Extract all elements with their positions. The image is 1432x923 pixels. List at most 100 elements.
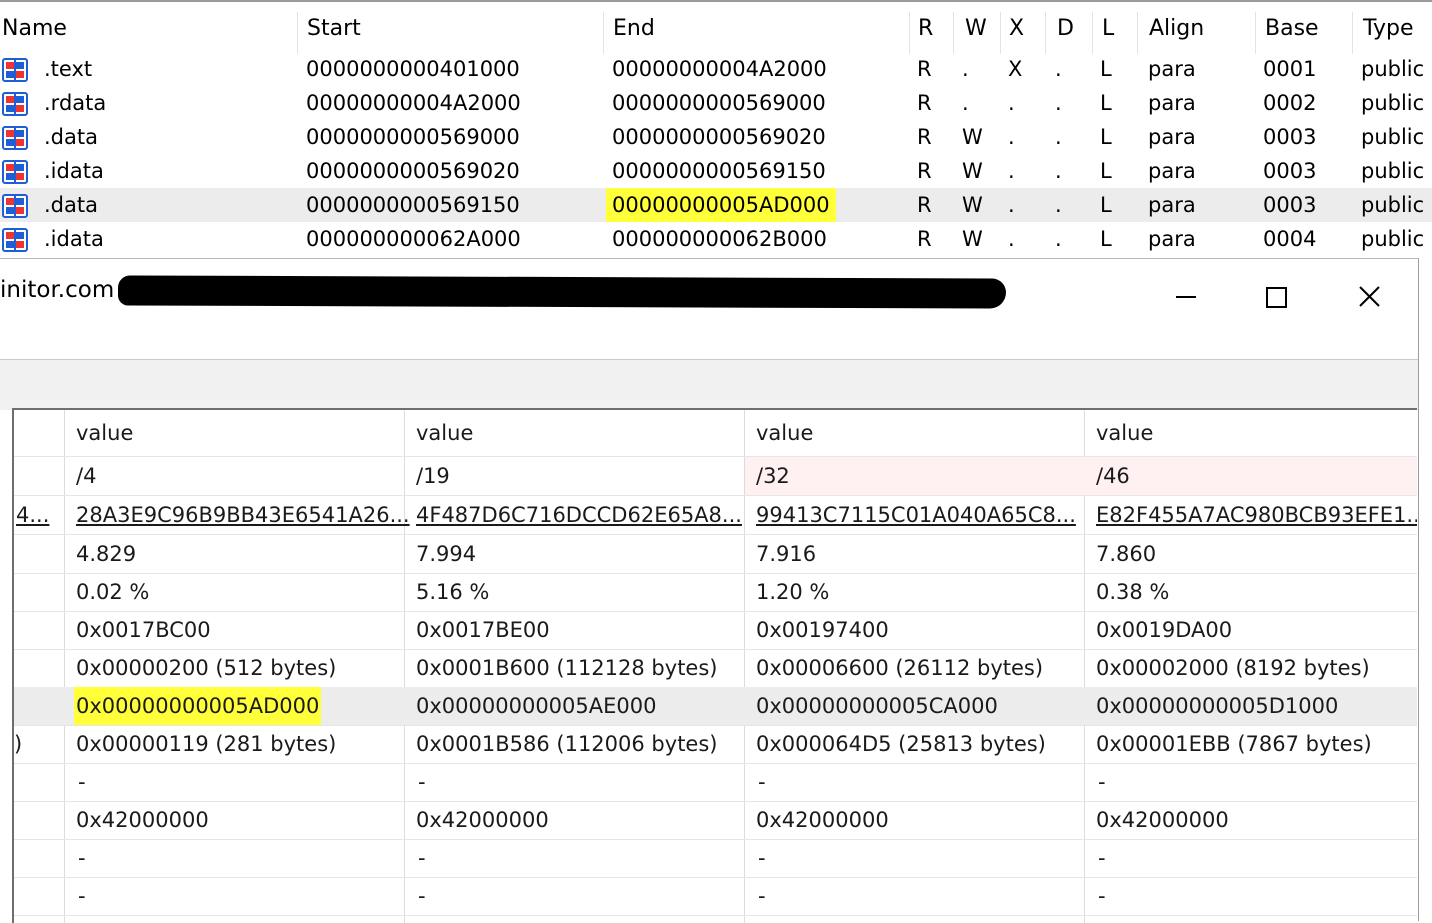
- grid-row-hash[interactable]: 4... 28A3E9C96B9BB43E6541A26... 4F487D6C…: [14, 496, 1417, 535]
- grid-row-characteristics[interactable]: 0x42000000 0x42000000 0x42000000 0x42000…: [14, 801, 1417, 840]
- segment-type: public: [1361, 159, 1425, 183]
- header-divider[interactable]: [1137, 12, 1138, 54]
- segment-row[interactable]: .idata 0000000000569020 0000000000569150…: [0, 154, 1432, 188]
- flag-r: R: [917, 193, 932, 217]
- value-cell: 0x42000000: [416, 808, 549, 832]
- header-divider[interactable]: [1092, 12, 1093, 54]
- segment-start: 000000000062A000: [306, 227, 521, 251]
- grid-row-empty[interactable]: - - - -: [14, 877, 1417, 916]
- hash-link[interactable]: 28A3E9C96B9BB43E6541A26...: [76, 496, 410, 534]
- segment-row-selected[interactable]: .data 0000000000569150 00000000005AD000 …: [0, 188, 1432, 222]
- segment-base: 0003: [1263, 193, 1317, 217]
- header-x[interactable]: X: [1009, 6, 1024, 52]
- grid-row-raw-offset[interactable]: 0x0017BC00 0x0017BE00 0x00197400 0x0019D…: [14, 611, 1417, 650]
- flag-l: L: [1100, 57, 1112, 81]
- empty-cell: -: [418, 846, 426, 870]
- segment-end: 0000000000569000: [612, 91, 826, 115]
- segment-row[interactable]: .data 0000000000569000 0000000000569020 …: [0, 120, 1432, 154]
- window-titlebar[interactable]: initor.com [: [0, 259, 1418, 321]
- header-d[interactable]: D: [1057, 6, 1074, 52]
- segment-icon: [2, 58, 28, 82]
- segment-type: public: [1361, 125, 1425, 149]
- grid-row-section-name[interactable]: /4 /19 /32 /46: [14, 457, 1417, 496]
- segment-row[interactable]: .rdata 00000000004A2000 0000000000569000…: [0, 86, 1432, 120]
- minimize-button[interactable]: [1164, 269, 1208, 309]
- segment-start: 0000000000569150: [306, 193, 520, 217]
- header-divider[interactable]: [1352, 12, 1353, 54]
- value-cell: 0.38 %: [1096, 580, 1170, 604]
- segment-row[interactable]: .idata 000000000062A000 000000000062B000…: [0, 222, 1432, 256]
- header-name[interactable]: Name: [2, 6, 67, 52]
- value-cell: 7.860: [1096, 542, 1157, 566]
- value-cell: 0x0017BE00: [416, 618, 550, 642]
- hash-link[interactable]: 4F487D6C716DCCD62E65A8...: [416, 496, 742, 534]
- value-cell: 0x0001B600 (112128 bytes): [416, 656, 718, 680]
- truncated-left-cell: ): [14, 732, 23, 756]
- flag-d: .: [1055, 227, 1062, 251]
- header-divider[interactable]: [1000, 12, 1001, 54]
- header-divider[interactable]: [909, 12, 910, 54]
- column-header[interactable]: value: [1096, 410, 1153, 456]
- value-cell: 0x00000000005D1000: [1096, 694, 1339, 718]
- header-base[interactable]: Base: [1265, 6, 1319, 52]
- column-header[interactable]: value: [756, 410, 813, 456]
- maximize-button[interactable]: [1255, 269, 1299, 309]
- value-cell: 0x42000000: [76, 808, 209, 832]
- column-header[interactable]: value: [416, 410, 473, 456]
- hash-link-truncated[interactable]: 4...: [16, 496, 49, 534]
- value-cell: 0x00000000005AE000: [416, 694, 657, 718]
- header-start[interactable]: Start: [307, 6, 361, 52]
- grid-row-empty[interactable]: - - - -: [14, 839, 1417, 878]
- grid-row-empty[interactable]: - - - -: [14, 763, 1417, 802]
- empty-cell: -: [1098, 846, 1106, 870]
- segment-align: para: [1148, 159, 1196, 183]
- segment-base: 0001: [1263, 57, 1317, 81]
- value-cell: 7.916: [756, 542, 817, 566]
- value-cell: 5.16 %: [416, 580, 490, 604]
- flag-x: .: [1008, 159, 1015, 183]
- close-button[interactable]: [1348, 269, 1392, 309]
- header-r[interactable]: R: [918, 6, 933, 52]
- flag-l: L: [1100, 159, 1112, 183]
- value-cell-red: /32: [756, 464, 790, 488]
- segment-icon: [2, 194, 28, 218]
- hash-link[interactable]: E82F455A7AC980BCB93EFE1...: [1096, 496, 1417, 534]
- flag-w: W: [962, 125, 983, 149]
- header-w[interactable]: W: [965, 6, 987, 52]
- grid-row-virtual-size[interactable]: ) 0x00000119 (281 bytes) 0x0001B586 (112…: [14, 725, 1417, 764]
- header-divider[interactable]: [1045, 12, 1046, 54]
- header-align[interactable]: Align: [1149, 6, 1204, 52]
- empty-cell: -: [1098, 770, 1106, 794]
- flag-w: .: [962, 57, 969, 81]
- segment-row[interactable]: .text 0000000000401000 00000000004A2000 …: [0, 52, 1432, 86]
- value-cell: 0x0001B586 (112006 bytes): [416, 732, 718, 756]
- header-divider[interactable]: [953, 12, 954, 54]
- column-header[interactable]: value: [76, 410, 133, 456]
- header-l[interactable]: L: [1102, 6, 1114, 52]
- segment-base: 0004: [1263, 227, 1317, 251]
- hash-link[interactable]: 99413C7115C01A040A65C8...: [756, 496, 1076, 534]
- flag-x: .: [1008, 91, 1015, 115]
- grid-row-percent[interactable]: 0.02 % 5.16 % 1.20 % 0.38 %: [14, 573, 1417, 612]
- segments-table: Name Start End R W X D L Align Base Type…: [0, 0, 1432, 258]
- segment-type: public: [1361, 91, 1425, 115]
- viewer-window: initor.com [ value value value value /4 …: [0, 258, 1419, 923]
- grid-row-virtual-address[interactable]: 0x00000000005AD000 0x00000000005AE000 0x…: [14, 687, 1417, 726]
- empty-cell: -: [758, 846, 766, 870]
- segment-name: .idata: [44, 227, 104, 251]
- header-end[interactable]: End: [613, 6, 655, 52]
- segment-name: .rdata: [44, 91, 107, 115]
- header-type[interactable]: Type: [1363, 6, 1414, 52]
- flag-w: W: [962, 159, 983, 183]
- header-divider[interactable]: [297, 12, 298, 54]
- flag-r: R: [917, 227, 932, 251]
- grid-row-entropy[interactable]: 4.829 7.994 7.916 7.860: [14, 535, 1417, 574]
- segment-name: .text: [44, 57, 93, 81]
- grid-row-raw-size[interactable]: 0x00000200 (512 bytes) 0x0001B600 (11212…: [14, 649, 1417, 688]
- header-divider[interactable]: [1255, 12, 1256, 54]
- segment-align: para: [1148, 125, 1196, 149]
- segment-start: 0000000000401000: [306, 57, 520, 81]
- header-divider[interactable]: [603, 12, 604, 54]
- empty-cell: -: [758, 770, 766, 794]
- segment-start: 0000000000569020: [306, 159, 520, 183]
